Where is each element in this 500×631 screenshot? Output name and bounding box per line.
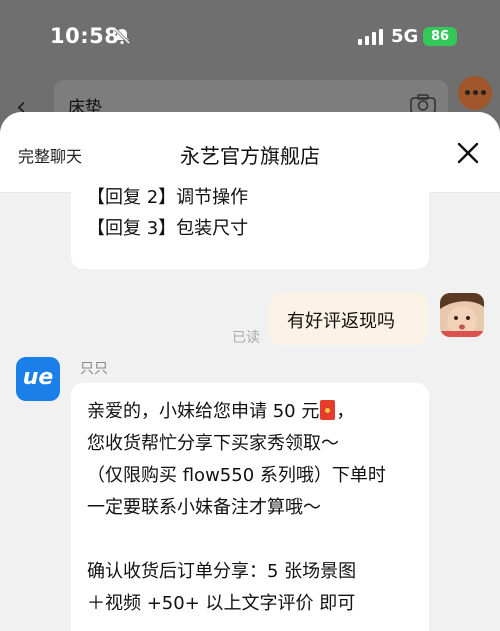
message-line: 您收货帮忙分享下买家秀领取～ <box>87 433 339 454</box>
sender-name: 只只 <box>80 361 108 377</box>
user-message-bubble[interactable]: 有好评返现吗 <box>270 293 428 345</box>
status-bar: 10:58 5G 86 <box>0 0 500 72</box>
camera-icon[interactable] <box>410 94 436 114</box>
chat-sheet: 完整聊天 永艺官方旗舰店 【回复 2】调节操作 【回复 3】包装尺寸 有好评返现… <box>0 112 500 631</box>
user-avatar[interactable] <box>440 293 484 337</box>
battery-indicator: 86 <box>423 27 457 46</box>
shop-message-bubble-previous: 【回复 2】调节操作 【回复 3】包装尺寸 <box>71 172 429 269</box>
red-envelope-icon <box>320 400 336 420</box>
message-line: 【回复 2】调节操作 <box>87 187 249 208</box>
network-type: 5G <box>391 26 419 47</box>
message-line-text: ， <box>336 401 355 422</box>
mute-bell-icon <box>113 27 131 45</box>
more-menu-icon[interactable] <box>458 76 492 110</box>
cellular-signal-icon <box>358 29 383 45</box>
message-line: 【回复 3】包装尺寸 <box>87 218 249 239</box>
shop-logo-avatar[interactable]: ue <box>16 357 60 401</box>
status-time: 10:58 <box>50 24 120 48</box>
read-receipt: 已读 <box>232 330 260 346</box>
message-line: （仅限购买 flow550 系列哦）下单时 <box>87 465 386 486</box>
message-text: 有好评返现吗 <box>287 311 395 332</box>
shop-title: 永艺官方旗舰店 <box>180 144 320 168</box>
shop-message-bubble[interactable]: 亲爱的，小妹给您申请 50 元 ， 您收货帮忙分享下买家秀领取～ （仅限购买 fl… <box>71 383 429 631</box>
message-line-text: 亲爱的，小妹给您申请 50 元 <box>87 401 320 422</box>
message-line: 亲爱的，小妹给您申请 50 元 ， <box>87 397 354 423</box>
close-icon[interactable] <box>456 141 480 165</box>
message-line: 确认收货后订单分享：5 张场景图 <box>87 561 357 582</box>
message-line: ＋视频 +50+ 以上文字评价 即可 <box>87 593 356 614</box>
message-line: 一定要联系小妹备注才算哦～ <box>87 497 321 518</box>
